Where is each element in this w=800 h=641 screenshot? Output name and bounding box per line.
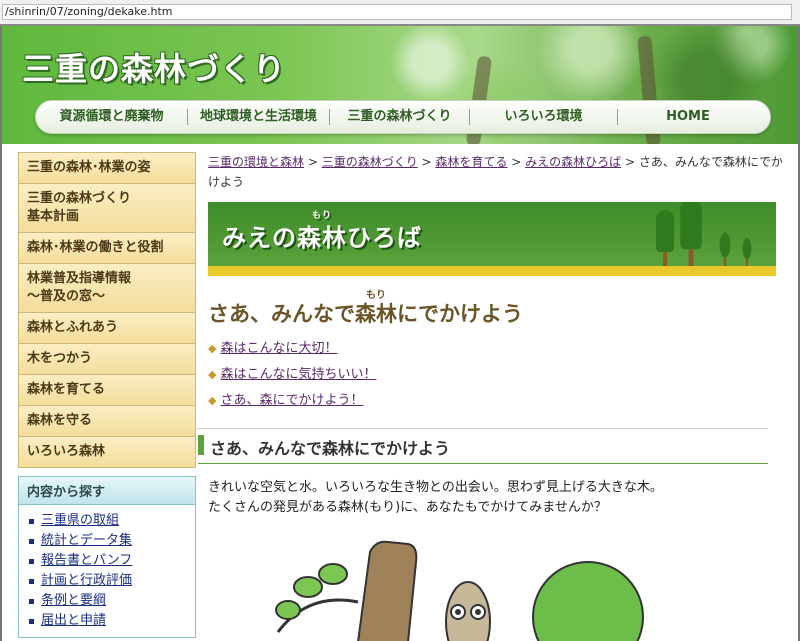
intro-text: きれいな空気と水。いろいろな生き物との出会い。思わず見上げる大きな木。 たくさん… — [208, 478, 788, 518]
main-content: 三重の環境と森林 > 三重の森林づくり > 森林を育てる > みえの森林ひろば … — [198, 152, 788, 518]
list-item: 条例と要綱 — [29, 591, 187, 611]
leaf-shape — [318, 563, 348, 585]
nav-resource-waste[interactable]: 資源循環と廃棄物 — [36, 109, 188, 125]
content-search-heading: 内容から探す — [19, 477, 195, 505]
breadcrumb-link[interactable]: 三重の森林づくり — [322, 155, 418, 169]
breadcrumb-link[interactable]: 森林を育てる — [435, 155, 507, 169]
breadcrumb-separator: > — [304, 155, 322, 169]
banner-title-kanji: 森林 — [297, 224, 347, 252]
sidebar-item-protect-forest[interactable]: 森林を守る — [18, 406, 196, 437]
sidebar-item-forest-roles[interactable]: 森林･林業の働きと役割 — [18, 233, 196, 264]
site-header: 三重の森林づくり 資源循環と廃棄物 地球環境と生活環境 三重の森林づくり いろい… — [2, 26, 798, 144]
page-title-text: さあ、みんなで — [208, 302, 355, 326]
link-forest-pleasant[interactable]: 森はこんなに気持ちいい！ — [220, 367, 376, 382]
browser-address-bar: /shinrin/07/zoning/dekake.htm — [0, 0, 800, 26]
url-field[interactable]: /shinrin/07/zoning/dekake.htm — [2, 4, 792, 20]
site-title[interactable]: 三重の森林づくり — [22, 44, 286, 90]
intro-line: きれいな空気と水。いろいろな生き物との出会い。思わず見上げる大きな木。 — [208, 480, 663, 495]
page-title-text: にでかけよう — [397, 302, 523, 326]
global-nav: 資源循環と廃棄物 地球環境と生活環境 三重の森林づくり いろいろ環境 HOME — [35, 100, 771, 134]
link-statistics[interactable]: 統計とデータ集 — [41, 533, 132, 548]
ruby-text: もり — [311, 211, 332, 221]
breadcrumb: 三重の環境と森林 > 三重の森林づくり > 森林を育てる > みえの森林ひろば … — [208, 152, 788, 192]
nav-home[interactable]: HOME — [618, 109, 758, 125]
list-item: ◆ 森はこんなに大切！ — [208, 336, 788, 362]
page-link-list: ◆ 森はこんなに大切！ ◆ 森はこんなに気持ちいい！ ◆ さあ、森にでかけよう！ — [208, 336, 788, 414]
banner-title: みえの もり 森林ひろば — [222, 211, 422, 253]
nav-global-environment[interactable]: 地球環境と生活環境 — [188, 109, 330, 125]
sidebar: 三重の森林･林業の姿 三重の森林づくり 基本計画 森林･林業の働きと役割 林業普… — [18, 152, 196, 638]
ruby-text: もり — [366, 290, 386, 301]
sidebar-item-grow-forest[interactable]: 森林を育てる — [18, 375, 196, 406]
diamond-bullet-icon: ◆ — [208, 368, 217, 381]
diamond-bullet-icon: ◆ — [208, 394, 217, 407]
list-item: ◆ さあ、森にでかけよう！ — [208, 388, 788, 414]
link-applications[interactable]: 届出と申請 — [41, 613, 106, 628]
link-plans[interactable]: 計画と行政評価 — [41, 573, 132, 588]
link-reports[interactable]: 報告書とパンフ — [41, 553, 132, 568]
tree-trunk-shape — [357, 540, 418, 641]
sidebar-item-label: ～普及の窓～ — [27, 289, 106, 304]
list-item: 計画と行政評価 — [29, 571, 187, 591]
leaf-shape — [275, 600, 301, 620]
list-item: 三重県の取組 — [29, 511, 187, 531]
link-mie-initiatives[interactable]: 三重県の取組 — [41, 513, 119, 528]
ruby-group: もり 森林 — [355, 290, 397, 328]
intro-line: たくさんの発見がある森林(もり)に、あなたもでかけてみませんか？ — [208, 500, 607, 515]
sidebar-item-label: 基本計画 — [27, 209, 80, 224]
leaf-shape — [293, 576, 323, 598]
tree-icon — [719, 232, 731, 266]
nav-mie-forest[interactable]: 三重の森林づくり — [330, 109, 470, 125]
breadcrumb-separator: > — [507, 155, 526, 169]
list-item: 届出と申請 — [29, 611, 187, 631]
forest-plaza-banner: みえの もり 森林ひろば — [208, 202, 776, 276]
bush-shape — [532, 561, 644, 641]
sidebar-item-various-forest[interactable]: いろいろ森林 — [18, 437, 196, 468]
ruby-group: もり 森林 — [297, 211, 347, 253]
sidebar-menu: 三重の森林･林業の姿 三重の森林づくり 基本計画 森林･林業の働きと役割 林業普… — [18, 152, 196, 468]
tree-icon — [656, 210, 674, 266]
breadcrumb-link[interactable]: みえの森林ひろば — [525, 155, 621, 169]
link-forest-important[interactable]: 森はこんなに大切！ — [220, 341, 337, 356]
list-item: 統計とデータ集 — [29, 531, 187, 551]
section-heading: さあ、みんなで森林にでかけよう — [198, 428, 768, 464]
page-title: さあ、みんなで もり 森林にでかけよう — [208, 290, 788, 328]
breadcrumb-separator: > — [417, 155, 436, 169]
banner-title-text: ひろば — [347, 224, 422, 252]
banner-title-text: みえの — [222, 224, 297, 252]
list-item: 報告書とパンフ — [29, 551, 187, 571]
nav-various-environment[interactable]: いろいろ環境 — [470, 109, 618, 125]
sidebar-item-basic-plan[interactable]: 三重の森林づくり 基本計画 — [18, 184, 196, 233]
sidebar-item-use-wood[interactable]: 木をつかう — [18, 344, 196, 375]
breadcrumb-link[interactable]: 三重の環境と森林 — [208, 155, 304, 169]
sidebar-item-forest-status[interactable]: 三重の森林･林業の姿 — [18, 153, 196, 184]
link-go-to-forest[interactable]: さあ、森にでかけよう！ — [220, 393, 363, 408]
sidebar-item-label: 三重の森林づくり — [27, 191, 132, 206]
tree-icon — [680, 202, 702, 266]
tree-icon — [742, 238, 752, 266]
diamond-bullet-icon: ◆ — [208, 342, 217, 355]
sidebar-item-extension-info[interactable]: 林業普及指導情報 ～普及の窓～ — [18, 264, 196, 313]
content-search-list: 三重県の取組 統計とデータ集 報告書とパンフ 計画と行政評価 条例と要綱 届出と… — [19, 505, 195, 637]
link-ordinances[interactable]: 条例と要綱 — [41, 593, 106, 608]
sidebar-item-label: 林業普及指導情報 — [27, 271, 132, 286]
list-item: ◆ 森はこんなに気持ちいい！ — [208, 362, 788, 388]
breadcrumb-separator: > — [621, 155, 639, 169]
sidebar-item-forest-contact[interactable]: 森林とふれあう — [18, 313, 196, 344]
content-search-box: 内容から探す 三重県の取組 統計とデータ集 報告書とパンフ 計画と行政評価 条例… — [18, 476, 196, 638]
page-title-kanji: 森林 — [355, 302, 397, 326]
page-frame: 三重の森林づくり 資源循環と廃棄物 地球環境と生活環境 三重の森林づくり いろい… — [0, 26, 800, 641]
forest-owl-illustration — [275, 540, 644, 641]
